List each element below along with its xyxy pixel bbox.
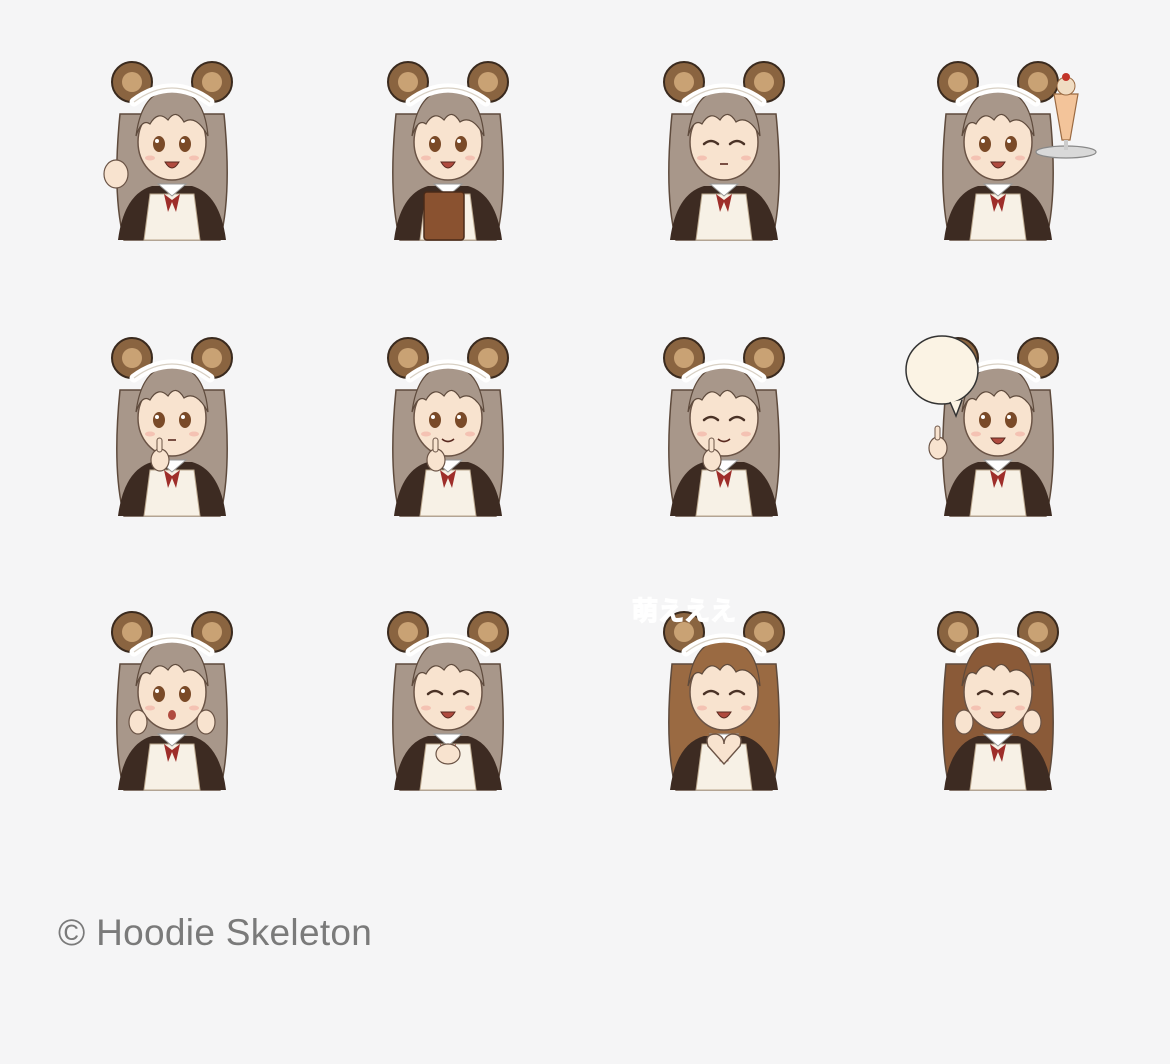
maid-girl-illustration: [387, 611, 509, 791]
copyright-text: © Hoodie Skeleton: [58, 912, 373, 953]
sticker-5[interactable]: [72, 320, 272, 520]
maid-girl-illustration: [905, 335, 1059, 517]
maid-girl-illustration: [937, 61, 1097, 241]
maid-girl-illustration: [387, 337, 509, 517]
sticker-9[interactable]: [72, 594, 272, 794]
maid-girl-illustration: [111, 337, 233, 517]
sticker-7[interactable]: [624, 320, 824, 520]
sticker-8[interactable]: [898, 320, 1098, 520]
maid-girl-illustration: [937, 611, 1059, 791]
maid-girl-illustration: [103, 61, 233, 241]
sticker-4[interactable]: [898, 44, 1098, 244]
maid-girl-illustration: [387, 61, 509, 241]
sticker-2[interactable]: [348, 44, 548, 244]
sticker-3[interactable]: [624, 44, 824, 244]
maid-girl-illustration: 萌えええ: [631, 596, 785, 791]
sticker-6[interactable]: [348, 320, 548, 520]
maid-girl-illustration: [663, 337, 785, 517]
sticker-11[interactable]: 萌えええ: [624, 594, 824, 794]
maid-girl-illustration: [663, 61, 785, 241]
sticker-caption-text: 萌えええ: [632, 597, 736, 627]
sticker-1[interactable]: [72, 44, 272, 244]
sticker-10[interactable]: [348, 594, 548, 794]
sticker-12[interactable]: [898, 594, 1098, 794]
sticker-grid: 萌えええ: [0, 0, 1170, 820]
maid-girl-illustration: [111, 611, 233, 791]
